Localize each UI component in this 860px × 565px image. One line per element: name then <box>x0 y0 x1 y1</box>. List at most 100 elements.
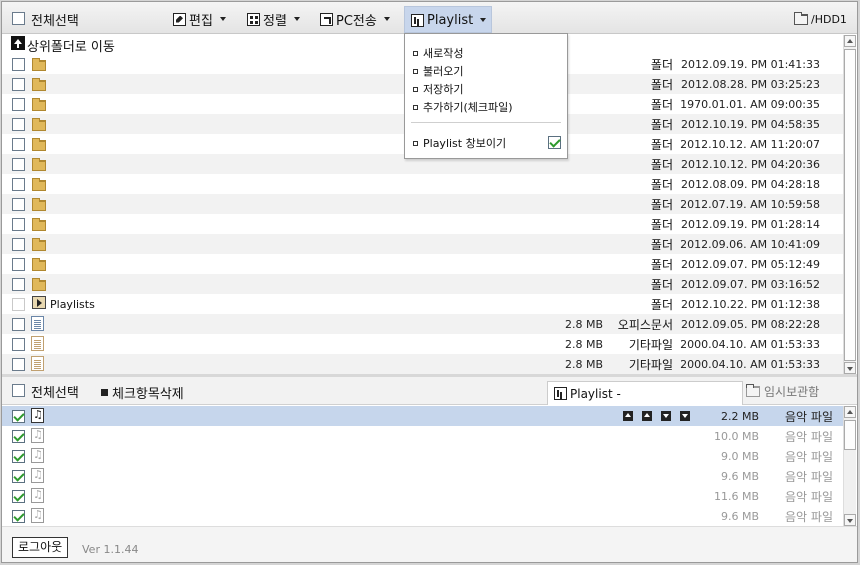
row-checkbox[interactable] <box>12 138 25 151</box>
move-top-icon[interactable] <box>623 411 633 421</box>
file-type: 폴더 <box>650 118 673 132</box>
scroll-up-arrow-icon[interactable] <box>844 406 856 418</box>
file-row[interactable]: 폴더 2012.09.19. PM 01:28:14 <box>2 214 843 234</box>
delete-checked-button[interactable]: 체크항목삭제 <box>101 383 184 402</box>
folder-icon <box>32 138 46 151</box>
file-date: 2012.10.12. PM 04:20:36 <box>681 158 820 171</box>
show-playlist-checkbox[interactable] <box>548 136 561 149</box>
file-row[interactable]: 2.8 MB 오피스문서 2012.09.05. PM 08:22:28 <box>2 314 843 334</box>
row-checkbox[interactable] <box>12 490 25 503</box>
playlist-row[interactable]: 2.2 MB 음악 파일 <box>2 406 843 426</box>
bullet-icon <box>413 140 418 146</box>
scroll-down-arrow-icon[interactable] <box>844 362 856 374</box>
file-row[interactable]: 폴더 2012.08.09. PM 04:28:18 <box>2 174 843 194</box>
playlist-row[interactable]: 9.6 MB 음악 파일 <box>2 506 843 526</box>
row-checkbox[interactable] <box>12 358 25 371</box>
folder-icon <box>32 118 46 131</box>
file-row[interactable]: 폴더 2012.09.07. PM 03:16:52 <box>2 274 843 294</box>
bullet-icon <box>413 50 418 56</box>
playlist-row[interactable]: 11.6 MB 음악 파일 <box>2 486 843 506</box>
playlist-folder-icon <box>32 296 46 309</box>
row-checkbox[interactable] <box>12 278 25 291</box>
current-path[interactable]: /HDD1 <box>794 12 847 26</box>
move-bottom-icon[interactable] <box>680 411 690 421</box>
sort-menu-button[interactable]: 정렬 <box>247 11 300 29</box>
row-checkbox[interactable] <box>12 450 25 463</box>
scroll-down-arrow-icon[interactable] <box>844 514 856 526</box>
select-all-checkbox[interactable] <box>12 12 25 25</box>
menu-item-load[interactable]: 불러오기 <box>413 63 463 79</box>
music-note-icon <box>31 408 44 423</box>
playlist-row[interactable]: 9.0 MB 음악 파일 <box>2 446 843 466</box>
file-type: 폴더 <box>650 238 673 252</box>
folder-icon <box>32 78 46 91</box>
row-checkbox[interactable] <box>12 510 25 523</box>
file-size: 9.6 MB <box>720 510 759 523</box>
file-row[interactable]: 2.8 MB 기타파일 2000.04.10. AM 01:53:33 <box>2 334 843 354</box>
scroll-thumb[interactable] <box>844 49 856 361</box>
bullet-icon <box>413 86 418 92</box>
row-checkbox[interactable] <box>12 218 25 231</box>
row-checkbox[interactable] <box>12 158 25 171</box>
bullet-icon <box>413 68 418 74</box>
order-buttons <box>623 411 690 421</box>
file-date: 2012.09.19. PM 01:41:33 <box>681 58 820 71</box>
row-checkbox[interactable] <box>12 410 25 423</box>
file-row[interactable]: 2.8 MB 기타파일 2000.04.10. AM 01:53:33 <box>2 354 843 374</box>
row-checkbox[interactable] <box>12 238 25 251</box>
file-row[interactable]: Playlists 폴더 2012.10.22. PM 01:12:38 <box>2 294 843 314</box>
file-type: 폴더 <box>650 258 673 272</box>
playlist-row[interactable]: 10.0 MB 음악 파일 <box>2 426 843 446</box>
parent-folder-icon <box>11 36 25 50</box>
menu-item-add-checked[interactable]: 추가하기(체크파일) <box>413 99 513 115</box>
playlist-icon <box>554 387 567 400</box>
file-row[interactable]: 폴더 2012.09.06. AM 10:41:09 <box>2 234 843 254</box>
playlist-label: Playlist <box>427 12 474 28</box>
row-checkbox[interactable] <box>12 118 25 131</box>
file-icon <box>31 356 44 371</box>
menu-item-show-playlist[interactable]: Playlist 창보이기 <box>413 135 506 151</box>
file-type: 음악 파일 <box>785 470 833 484</box>
menu-item-new[interactable]: 새로작성 <box>413 45 463 61</box>
row-checkbox[interactable] <box>12 198 25 211</box>
playlist-scrollbar[interactable] <box>843 406 856 526</box>
row-checkbox[interactable] <box>12 298 25 311</box>
sort-label: 정렬 <box>263 13 287 29</box>
file-type: 음악 파일 <box>785 450 833 464</box>
row-checkbox[interactable] <box>12 258 25 271</box>
row-checkbox[interactable] <box>12 338 25 351</box>
file-date: 2012.10.12. AM 11:20:07 <box>680 138 820 151</box>
row-checkbox[interactable] <box>12 318 25 331</box>
chevron-down-icon <box>383 17 390 21</box>
playlist-select-all-checkbox[interactable] <box>12 384 25 397</box>
move-up-icon[interactable] <box>642 411 652 421</box>
move-down-icon[interactable] <box>661 411 671 421</box>
row-checkbox[interactable] <box>12 78 25 91</box>
file-type: 폴더 <box>650 138 673 152</box>
file-list-scrollbar[interactable] <box>843 35 856 374</box>
playlist-row[interactable]: 9.6 MB 음악 파일 <box>2 466 843 486</box>
document-icon <box>31 316 44 331</box>
select-all-label: 전체선택 <box>31 14 79 29</box>
file-row[interactable]: 폴더 2012.07.19. AM 10:59:58 <box>2 194 843 214</box>
logout-button[interactable]: 로그아웃 <box>12 537 69 558</box>
file-size: 10.0 MB <box>713 430 759 443</box>
row-checkbox[interactable] <box>12 470 25 483</box>
edit-menu-button[interactable]: 편집 <box>173 11 226 29</box>
row-checkbox[interactable] <box>12 430 25 443</box>
file-row[interactable]: 폴더 2012.09.07. PM 05:12:49 <box>2 254 843 274</box>
row-checkbox[interactable] <box>12 58 25 71</box>
tab-temp-storage[interactable]: 임시보관함 <box>746 383 819 400</box>
file-type: 폴더 <box>650 78 673 92</box>
menu-separator <box>411 122 561 123</box>
menu-item-save[interactable]: 저장하기 <box>413 81 463 97</box>
scroll-thumb[interactable] <box>844 420 856 450</box>
pc-transfer-menu-button[interactable]: PC전송 <box>320 11 390 29</box>
tab-playlist[interactable]: Playlist - <box>547 381 743 405</box>
scroll-up-arrow-icon[interactable] <box>844 35 856 47</box>
playlist-menu-button[interactable]: Playlist <box>411 12 487 28</box>
row-checkbox[interactable] <box>12 98 25 111</box>
version-label: Ver 1.1.44 <box>82 543 139 556</box>
row-checkbox[interactable] <box>12 178 25 191</box>
folder-icon <box>32 178 46 191</box>
